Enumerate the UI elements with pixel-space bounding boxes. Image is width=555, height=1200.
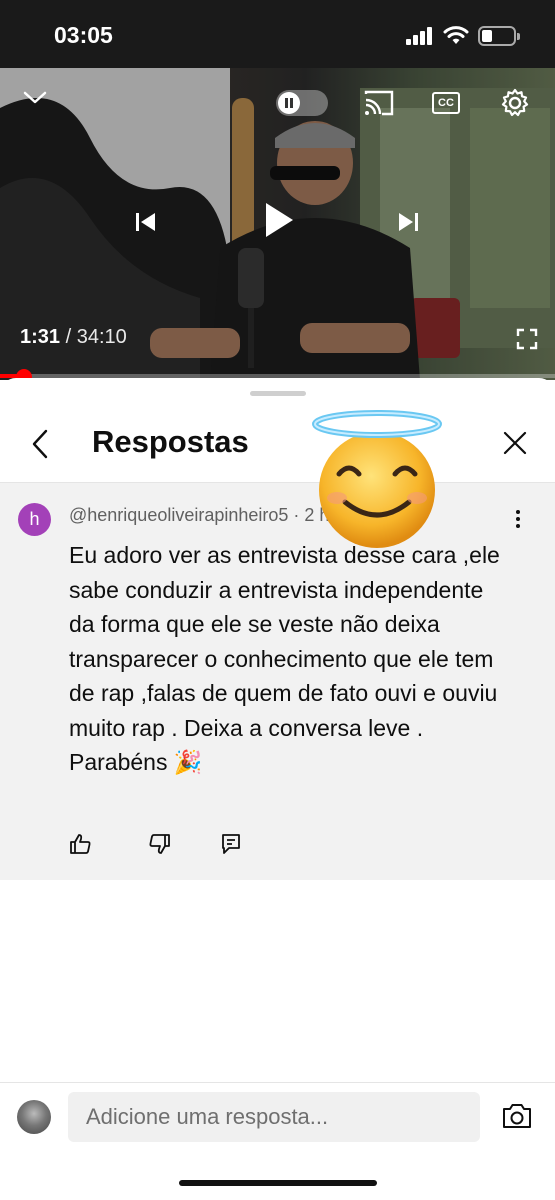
close-icon[interactable] — [502, 430, 528, 456]
autoplay-pause-toggle[interactable] — [276, 90, 328, 116]
total-duration: 34:10 — [76, 326, 127, 348]
status-time: 03:05 — [54, 22, 113, 48]
video-player[interactable]: CC 1:31 / 34:10 — [0, 68, 555, 380]
status-bar: 03:05 — [0, 0, 555, 68]
more-vert-icon[interactable] — [514, 509, 522, 529]
replies-sheet: Respostas h @henriqueoliveirapinheiro5 ·… — [0, 378, 555, 1200]
current-time: 1:31 — [20, 326, 61, 348]
fullscreen-icon[interactable] — [516, 328, 538, 350]
smiling-face-with-halo-icon — [312, 410, 442, 548]
dislike-icon[interactable] — [149, 833, 171, 855]
time-separator: / — [60, 326, 77, 348]
commenter-avatar[interactable]: h — [18, 503, 51, 536]
back-arrow-icon[interactable] — [30, 428, 50, 460]
settings-gear-icon[interactable] — [500, 88, 530, 118]
pause-icon — [278, 92, 300, 114]
battery-icon — [478, 26, 520, 46]
play-icon[interactable] — [262, 200, 296, 240]
comment-item: h @henriqueoliveirapinheiro5 · 2 h Eu ad… — [0, 483, 555, 880]
reply-icon[interactable] — [221, 833, 241, 855]
wifi-icon — [443, 26, 469, 44]
reply-input[interactable] — [68, 1092, 480, 1142]
comment-author[interactable]: @henriqueoliveirapinheiro5 · 2 h — [69, 505, 329, 526]
video-timecode: 1:31 / 34:10 — [20, 326, 127, 349]
user-avatar[interactable] — [17, 1100, 51, 1134]
signal-icon — [406, 27, 434, 45]
minimize-chevron-down-icon[interactable] — [22, 90, 48, 106]
author-handle: @henriqueoliveirapinheiro5 — [69, 505, 289, 525]
drag-handle[interactable] — [250, 391, 306, 396]
next-icon[interactable] — [396, 211, 420, 233]
composer-divider — [0, 1082, 555, 1083]
comment-text: Eu adoro ver as entrevista desse cara ,e… — [69, 542, 500, 775]
like-icon[interactable] — [69, 833, 91, 855]
camera-icon[interactable] — [502, 1103, 532, 1129]
previous-icon[interactable] — [134, 211, 158, 233]
home-indicator[interactable] — [179, 1180, 377, 1186]
cast-icon[interactable] — [364, 90, 394, 116]
captions-icon[interactable]: CC — [432, 92, 460, 114]
sheet-title: Respostas — [92, 424, 249, 459]
